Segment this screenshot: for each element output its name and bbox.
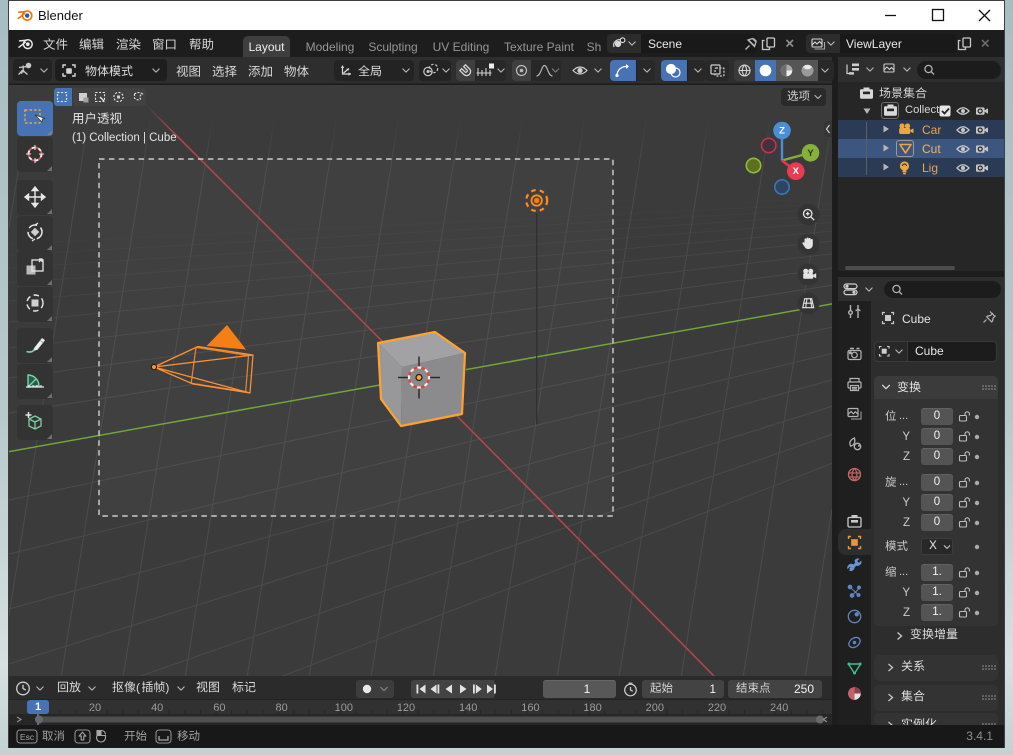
- svg-text:Z: Z: [779, 126, 785, 137]
- svg-text:(: (: [136, 681, 140, 694]
- svg-text:Esc: Esc: [20, 732, 35, 742]
- svg-text:): ): [165, 681, 169, 694]
- svg-text:Y: Y: [807, 148, 814, 159]
- svg-text:X: X: [793, 166, 800, 177]
